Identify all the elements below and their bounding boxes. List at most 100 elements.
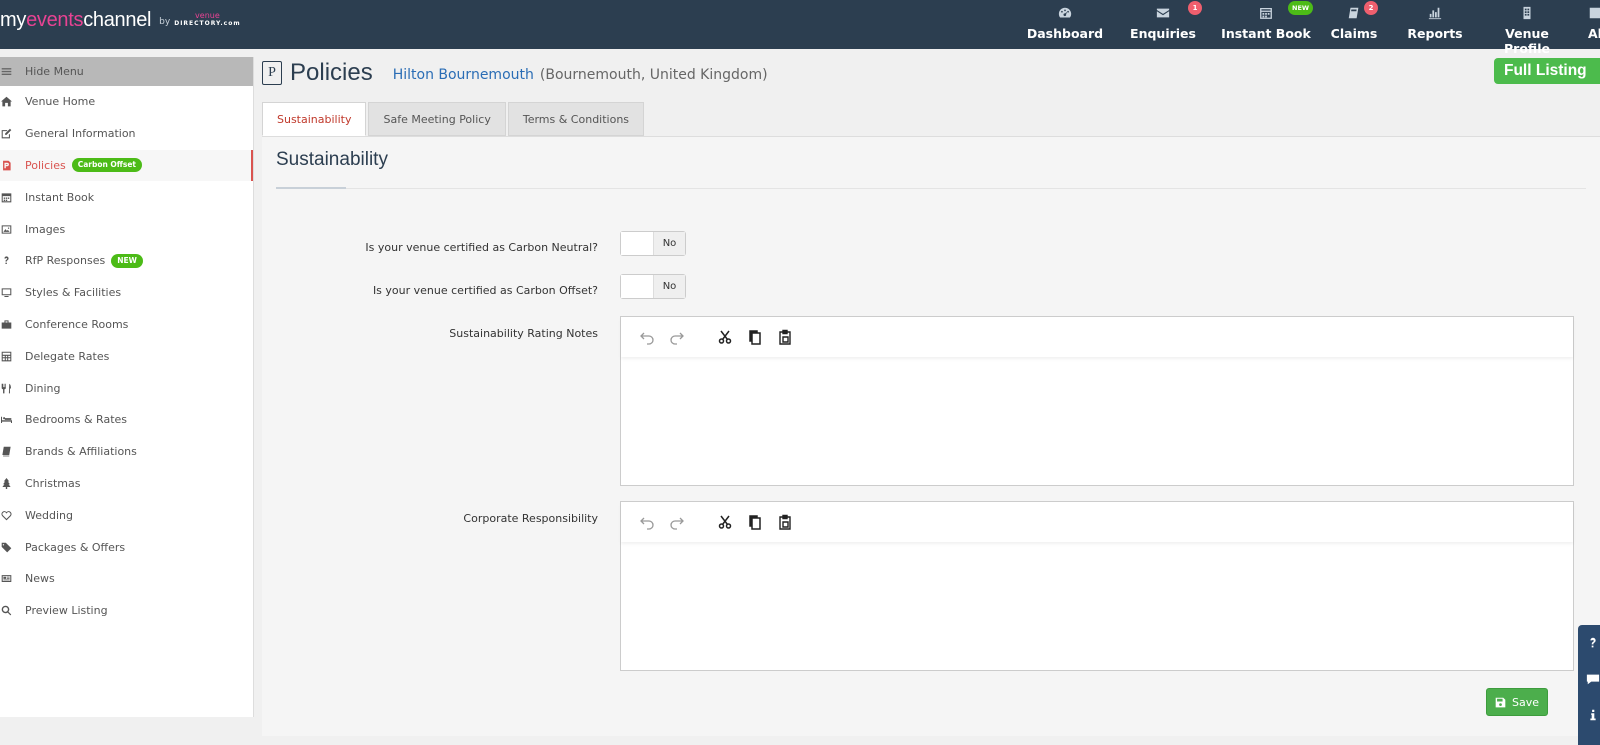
book-icon	[0, 446, 25, 457]
editor-body[interactable]	[621, 357, 1573, 485]
sidebar-item-styles-facilities[interactable]: Styles & Facilities	[0, 277, 253, 309]
copy-icon[interactable]	[743, 325, 767, 349]
tab-terms-conditions[interactable]: Terms & Conditions	[507, 102, 645, 136]
chat-icon	[1586, 674, 1600, 685]
partial-icon	[1588, 6, 1600, 24]
undo-icon[interactable]	[635, 325, 659, 349]
venue-directory-logo: venue DIRECTORY.com	[174, 11, 241, 28]
policy-document-icon: P	[262, 61, 282, 85]
edit-icon	[0, 128, 25, 139]
sidebar-item-preview-listing[interactable]: Preview Listing	[0, 595, 253, 627]
briefcase-icon	[0, 319, 25, 330]
hide-menu-button[interactable]: Hide Menu	[0, 57, 253, 86]
carbon-offset-label: Is your venue certified as Carbon Offset…	[372, 284, 598, 297]
redo-icon[interactable]	[665, 325, 689, 349]
logo-by: by	[159, 17, 171, 27]
sidebar-item-brands-affiliations[interactable]: Brands & Affiliations	[0, 436, 253, 468]
brand-logo[interactable]: myeventschannel by venue DIRECTORY.com	[0, 6, 241, 34]
chat-tool[interactable]	[1578, 661, 1600, 697]
section-title: Sustainability	[276, 149, 388, 170]
sidebar-item-general-information[interactable]: General Information	[0, 118, 253, 150]
tags-icon	[0, 542, 25, 553]
info-tool[interactable]	[1578, 697, 1600, 733]
corporate-responsibility-label: Corporate Responsibility	[463, 512, 598, 525]
tab-safe-meeting-policy[interactable]: Safe Meeting Policy	[368, 102, 506, 136]
page-title: Policies	[290, 59, 373, 86]
paste-icon[interactable]	[773, 325, 797, 349]
nav-claims[interactable]: Claims 2	[1324, 0, 1384, 49]
info-icon	[1590, 709, 1596, 721]
instant-book-new-badge: NEW	[1288, 1, 1314, 15]
calendar-icon	[0, 192, 25, 203]
sidebar-item-delegate-rates[interactable]: Delegate Rates	[0, 340, 253, 372]
cutlery-icon	[0, 383, 25, 394]
tree-icon	[0, 477, 25, 489]
venue-name-link[interactable]: Hilton Bournemouth	[393, 67, 534, 83]
editor-body[interactable]	[621, 542, 1573, 670]
rfp-new-badge: NEW	[111, 253, 143, 268]
rating-notes-label: Sustainability Rating Notes	[449, 327, 598, 340]
toggle-knob	[621, 232, 654, 255]
policy-tabs: Sustainability Safe Meeting Policy Terms…	[262, 102, 646, 136]
hamburger-icon	[0, 66, 25, 77]
main-nav: Dashboard Enquiries 1 Instant Book NEW C…	[1020, 0, 1600, 56]
tab-sustainability[interactable]: Sustainability	[262, 102, 367, 136]
toggle-knob	[621, 275, 654, 298]
undo-icon[interactable]	[635, 510, 659, 534]
section-divider-accent	[276, 187, 346, 189]
copy-icon[interactable]	[743, 510, 767, 534]
carbon-offset-badge: Carbon Offset	[71, 158, 143, 173]
save-button[interactable]: Save	[1486, 688, 1548, 716]
sidebar-item-rfp-responses[interactable]: RfP Responses NEW	[0, 245, 253, 277]
floppy-disk-icon	[1495, 697, 1506, 707]
carbon-neutral-toggle[interactable]: No	[620, 231, 686, 256]
bed-icon	[0, 414, 25, 425]
nav-reports[interactable]: Reports	[1400, 0, 1470, 49]
cut-icon[interactable]	[713, 325, 737, 349]
sidebar-item-policies[interactable]: Policies Carbon Offset	[0, 149, 253, 182]
gauge-icon	[1020, 6, 1110, 24]
sidebar-item-dining[interactable]: Dining	[0, 372, 253, 404]
editor-toolbar	[621, 317, 1573, 357]
top-navbar: myeventschannel by venue DIRECTORY.com D…	[0, 0, 1600, 56]
nav-more[interactable]: Al	[1588, 0, 1600, 49]
toggle-value: No	[654, 275, 685, 298]
section-divider	[276, 188, 1586, 189]
nav-venue-profile[interactable]: Venue Profile	[1480, 0, 1574, 56]
redo-icon[interactable]	[665, 510, 689, 534]
toggle-value: No	[654, 232, 685, 255]
home-icon	[0, 96, 25, 107]
corporate-responsibility-editor[interactable]	[620, 501, 1574, 671]
nav-enquiries[interactable]: Enquiries 1	[1118, 0, 1208, 49]
sidebar-item-conference-rooms[interactable]: Conference Rooms	[0, 309, 253, 341]
editor-toolbar	[621, 502, 1573, 542]
rating-notes-editor[interactable]	[620, 316, 1574, 486]
claims-count-badge: 2	[1364, 1, 1378, 15]
venue-location: (Bournemouth, United Kingdom)	[539, 67, 768, 83]
paste-icon[interactable]	[773, 510, 797, 534]
sidebar-item-images[interactable]: Images	[0, 213, 253, 245]
nav-dashboard[interactable]: Dashboard	[1020, 0, 1110, 49]
full-listing-badge[interactable]: Full Listing	[1494, 58, 1600, 84]
page-header: P Policies Hilton Bournemouth (Bournemou…	[262, 57, 768, 89]
sidebar-item-christmas[interactable]: Christmas	[0, 468, 253, 500]
enquiries-count-badge: 1	[1188, 1, 1202, 15]
save-label: Save	[1511, 695, 1539, 709]
sidebar-item-bedrooms-rates[interactable]: Bedrooms & Rates	[0, 404, 253, 436]
nav-instant-book[interactable]: Instant Book NEW	[1216, 0, 1316, 49]
carbon-offset-toggle[interactable]: No	[620, 274, 686, 299]
mail-tool[interactable]	[1578, 733, 1600, 745]
cut-icon[interactable]	[713, 510, 737, 534]
search-icon	[0, 605, 25, 616]
hide-menu-label: Hide Menu	[25, 65, 84, 78]
image-icon	[0, 224, 25, 235]
sidebar-item-instant-book[interactable]: Instant Book	[0, 181, 253, 213]
bar-chart-icon	[1400, 6, 1470, 24]
sidebar-item-packages-offers[interactable]: Packages & Offers	[0, 531, 253, 563]
sidebar-item-wedding[interactable]: Wedding	[0, 499, 253, 531]
sidebar-item-venue-home[interactable]: Venue Home	[0, 86, 253, 118]
sidebar-item-news[interactable]: News	[0, 563, 253, 595]
help-tool[interactable]	[1578, 625, 1600, 661]
carbon-neutral-label: Is your venue certified as Carbon Neutra…	[365, 241, 598, 254]
policy-icon	[0, 160, 25, 171]
